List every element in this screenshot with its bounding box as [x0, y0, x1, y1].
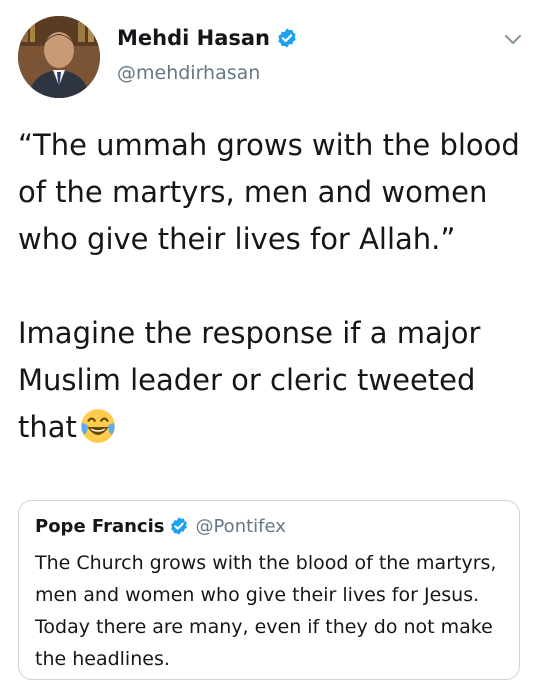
author-name-row[interactable]: Mehdi Hasan: [117, 26, 298, 50]
author-name[interactable]: Mehdi Hasan: [117, 26, 270, 50]
quoted-tweet-header: Pope Francis @Pontifex: [35, 511, 503, 541]
avatar-image: [18, 16, 100, 98]
verified-badge-icon: [278, 28, 296, 48]
author-handle[interactable]: @mehdirhasan: [117, 62, 260, 84]
quoted-tweet-card[interactable]: Pope Francis @Pontifex The Church grows …: [18, 500, 520, 680]
tweet-text: “The ummah grows with the blood of the m…: [18, 122, 523, 451]
quoted-author-name[interactable]: Pope Francis: [35, 516, 164, 537]
chevron-down-icon[interactable]: [502, 30, 524, 48]
quoted-author-handle[interactable]: @Pontifex: [195, 516, 285, 537]
quoted-tweet-text: The Church grows with the blood of the m…: [35, 552, 497, 670]
tweet-body: “The ummah grows with the blood of the m…: [18, 128, 520, 444]
verified-badge-icon: [171, 517, 188, 535]
tweet: Mehdi Hasan @mehdirhasan “The ummah grow…: [0, 0, 540, 688]
avatar[interactable]: [18, 16, 100, 98]
face-with-tears-of-joy-icon: [81, 409, 115, 443]
